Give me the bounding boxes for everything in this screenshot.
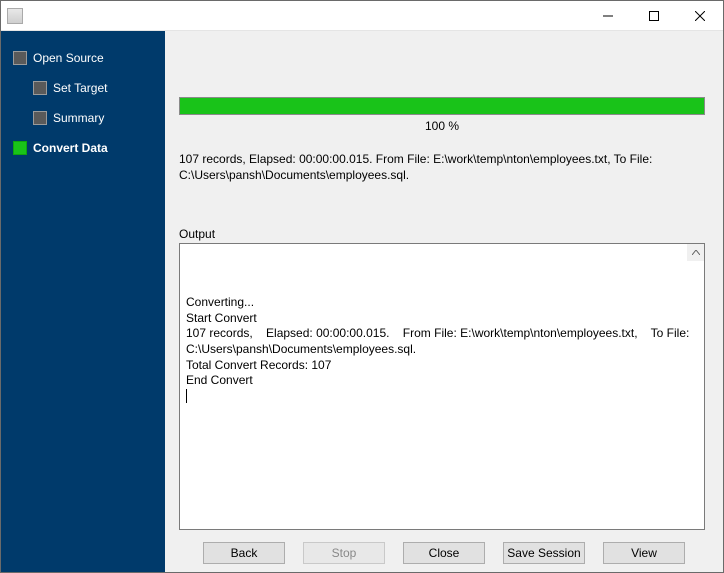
main-panel: 100 % 107 records, Elapsed: 00:00:00.015… (165, 31, 723, 572)
text-caret (186, 389, 187, 403)
progress-percent-label: 100 % (179, 119, 705, 133)
output-line: Total Convert Records: 107 (186, 358, 700, 374)
close-action-button[interactable]: Close (403, 542, 485, 564)
close-button[interactable] (677, 1, 723, 31)
maximize-button[interactable] (631, 1, 677, 31)
titlebar (1, 1, 723, 31)
sidebar-item-convert-data[interactable]: Convert Data (1, 133, 165, 163)
sidebar-item-label: Convert Data (33, 141, 108, 155)
stop-button: Stop (303, 542, 385, 564)
output-line: End Convert (186, 373, 700, 389)
view-button[interactable]: View (603, 542, 685, 564)
output-label: Output (179, 227, 705, 241)
back-button[interactable]: Back (203, 542, 285, 564)
app-window: Open Source Set Target Summary Convert Data… (0, 0, 724, 573)
sidebar-item-open-source[interactable]: Open Source (1, 43, 165, 73)
step-icon (33, 111, 47, 125)
sidebar-item-label: Set Target (53, 81, 107, 95)
sidebar-item-summary[interactable]: Summary (1, 103, 165, 133)
sidebar-item-label: Summary (53, 111, 104, 125)
output-textarea[interactable]: Converting...Start Convert107 records, E… (179, 243, 705, 530)
status-text: 107 records, Elapsed: 00:00:00.015. From… (179, 151, 705, 183)
app-icon (7, 8, 23, 24)
step-icon (13, 51, 27, 65)
sidebar-item-label: Open Source (33, 51, 104, 65)
minimize-button[interactable] (585, 1, 631, 31)
step-icon (13, 141, 27, 155)
save-session-button[interactable]: Save Session (503, 542, 585, 564)
step-icon (33, 81, 47, 95)
progress-bar (179, 97, 705, 115)
sidebar: Open Source Set Target Summary Convert Data (1, 31, 165, 572)
sidebar-item-set-target[interactable]: Set Target (1, 73, 165, 103)
scroll-up-icon[interactable] (687, 244, 704, 261)
output-line: 107 records, Elapsed: 00:00:00.015. From… (186, 326, 700, 357)
output-line: Converting... (186, 295, 700, 311)
button-bar: Back Stop Close Save Session View (165, 536, 723, 570)
output-line: Start Convert (186, 311, 700, 327)
